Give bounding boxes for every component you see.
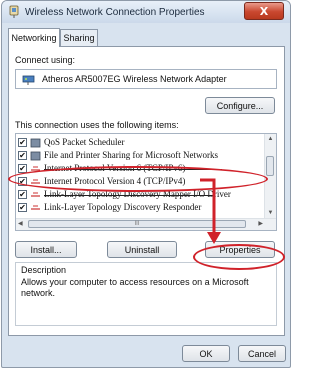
service-icon [30, 151, 41, 161]
network-adapter-icon [22, 75, 35, 85]
protocol-icon [31, 205, 40, 210]
close-button[interactable]: X [244, 2, 284, 20]
connect-using-label: Connect using: [15, 55, 76, 65]
adapter-name: Atheros AR5007EG Wireless Network Adapte… [42, 74, 227, 84]
horizontal-scrollbar[interactable]: ◀ III ▶ [16, 218, 276, 230]
close-icon: X [259, 4, 269, 18]
annotation-ellipse-properties [193, 244, 285, 270]
scroll-right-icon[interactable]: ▶ [258, 220, 263, 227]
window-title: Wireless Network Connection Properties [25, 7, 205, 18]
scroll-down-icon[interactable]: ▼ [267, 210, 274, 218]
description-text: Allows your computer to access resources… [21, 277, 249, 298]
item-label: Link-Layer Topology Discovery Responder [44, 202, 202, 212]
protocol-icon [31, 192, 40, 197]
checkbox[interactable]: ✔ [18, 151, 27, 160]
checkbox[interactable]: ✔ [18, 203, 27, 212]
item-label: QoS Packet Scheduler [44, 137, 125, 147]
checkbox[interactable]: ✔ [18, 190, 27, 199]
ok-button[interactable]: OK [182, 345, 230, 362]
cancel-button[interactable]: Cancel [238, 345, 286, 362]
scroll-thumb[interactable] [266, 156, 274, 176]
service-icon [30, 138, 41, 148]
scroll-left-icon[interactable]: ◀ [18, 220, 23, 227]
configure-button[interactable]: Configure... [205, 97, 275, 114]
items-label: This connection uses the following items… [15, 120, 179, 130]
list-item-qos[interactable]: ✔ QoS Packet Scheduler [18, 137, 258, 149]
title-bar: Wireless Network Connection Properties X [2, 1, 290, 23]
description-title: Description [21, 265, 67, 275]
tab-networking[interactable]: Networking [8, 28, 60, 47]
annotation-arrow-icon [200, 178, 221, 244]
adapter-field: Atheros AR5007EG Wireless Network Adapte… [15, 69, 277, 89]
install-button[interactable]: Install... [15, 241, 77, 258]
annotation-ellipse-ipv4 [8, 166, 268, 192]
network-icon [9, 5, 19, 18]
strike-line [44, 195, 214, 196]
tab-sharing[interactable]: Sharing [60, 29, 98, 46]
description-group: Description Allows your computer to acce… [15, 262, 277, 326]
uninstall-button[interactable]: Uninstall [107, 241, 177, 258]
checkbox[interactable]: ✔ [18, 138, 27, 147]
item-label: File and Printer Sharing for Microsoft N… [44, 150, 218, 160]
list-item-file-sharing[interactable]: ✔ File and Printer Sharing for Microsoft… [18, 150, 258, 162]
scroll-up-icon[interactable]: ▲ [267, 136, 274, 144]
